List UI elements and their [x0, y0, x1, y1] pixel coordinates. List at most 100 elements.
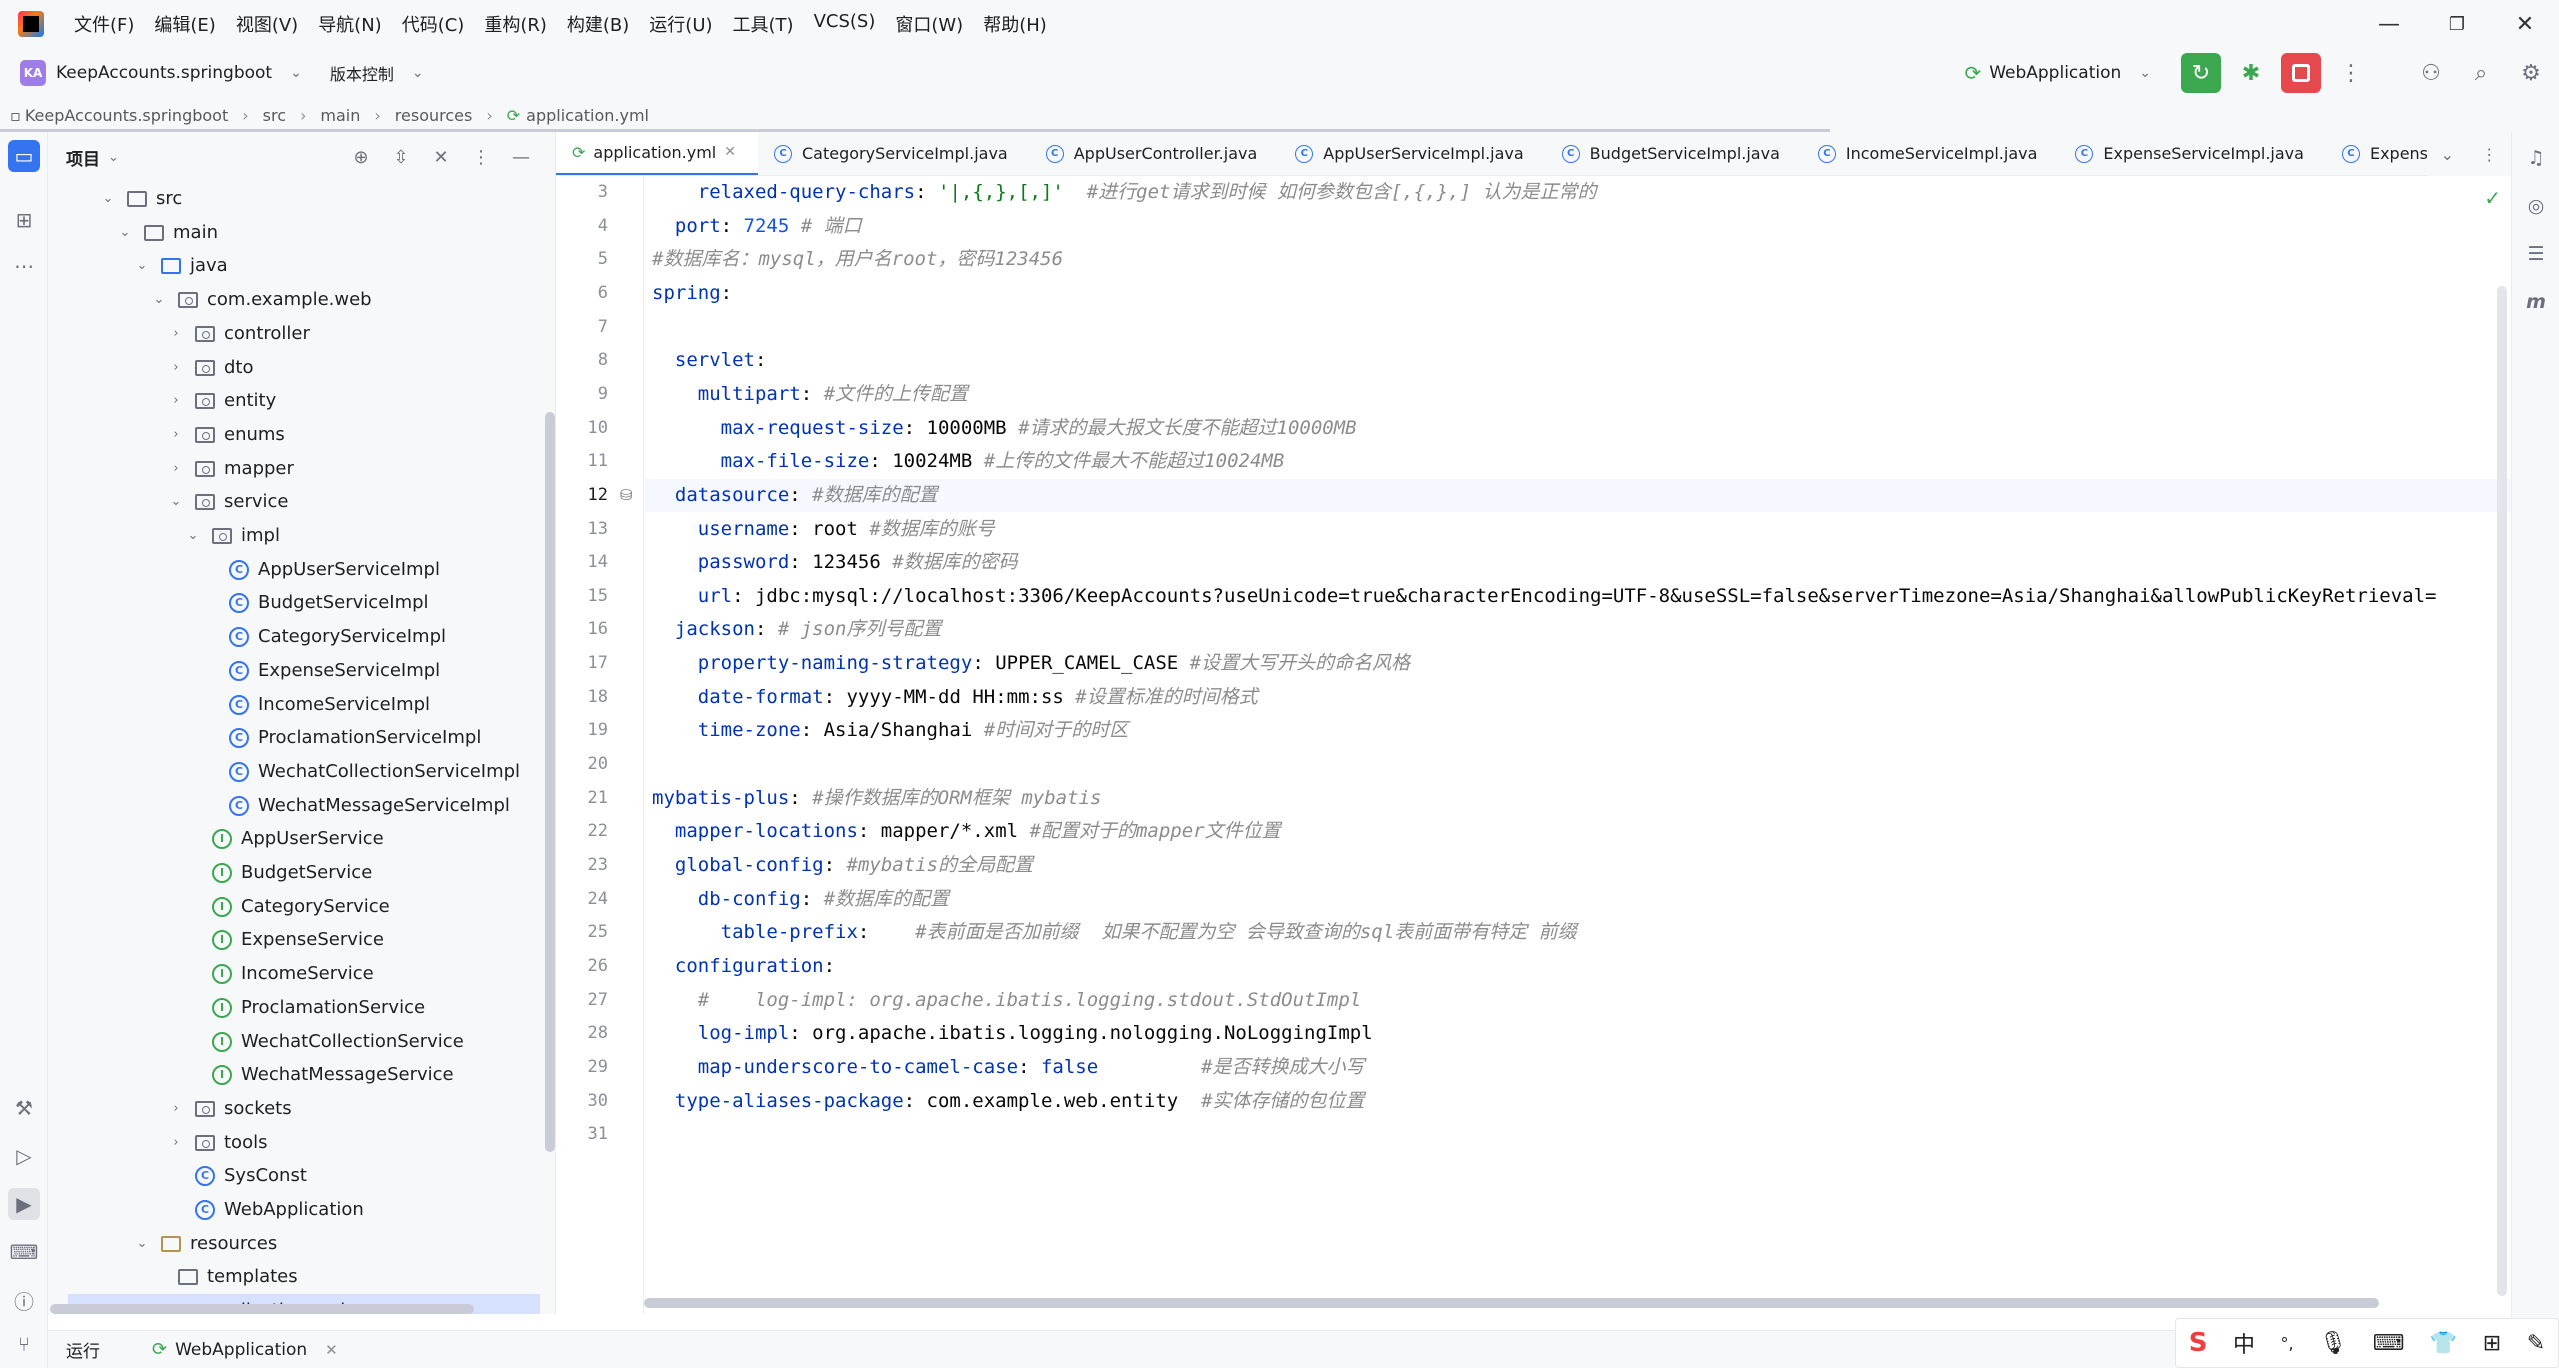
- restore-button[interactable]: ❐: [2423, 0, 2491, 48]
- apps-icon[interactable]: ⊞: [2483, 1331, 2501, 1356]
- chevron-down-icon[interactable]: ⌄: [132, 258, 152, 273]
- code-line[interactable]: db-config: #数据库的配置: [652, 883, 949, 916]
- menu-item[interactable]: 运行(U): [649, 11, 712, 37]
- chevron-down-icon[interactable]: ⌄: [149, 292, 169, 307]
- tree-node[interactable]: › enums: [48, 418, 540, 451]
- tree-node[interactable]: C CategoryServiceImpl: [48, 620, 540, 653]
- chevron-down-icon[interactable]: ⌄: [183, 528, 203, 543]
- minimize-button[interactable]: —: [2355, 0, 2423, 48]
- code-line[interactable]: datasource: #数据库的配置: [652, 479, 938, 512]
- code-line[interactable]: global-config: #mybatis的全局配置: [652, 849, 1033, 882]
- code-line[interactable]: date-format: yyyy-MM-dd HH:mm:ss #设置标准的时…: [652, 681, 1258, 714]
- editor-tab[interactable]: ⟳ application.yml ✕: [556, 132, 758, 175]
- chevron-down-icon[interactable]: ⌄: [108, 150, 119, 165]
- tree-node[interactable]: I BudgetService: [48, 856, 540, 889]
- code-line[interactable]: mybatis-plus: #操作数据库的ORM框架 mybatis: [652, 782, 1101, 815]
- tree-node[interactable]: C WebApplication: [48, 1193, 540, 1226]
- more-tools-icon[interactable]: ⋯: [8, 250, 40, 282]
- tree-node[interactable]: › dto: [48, 351, 540, 384]
- close-tab-icon[interactable]: ✕: [724, 144, 736, 160]
- tree-node[interactable]: ⌄ com.example.web: [48, 283, 540, 316]
- tree-vertical-scrollbar[interactable]: [545, 412, 555, 1152]
- editor-horizontal-scrollbar[interactable]: [644, 1298, 2379, 1308]
- breadcrumb-item[interactable]: application.yml: [526, 106, 649, 125]
- tree-node[interactable]: I WechatCollectionService: [48, 1025, 540, 1058]
- chevron-right-icon[interactable]: ›: [166, 427, 186, 442]
- git-icon[interactable]: ⑂: [8, 1328, 40, 1360]
- tree-node[interactable]: ⌄ impl: [48, 519, 540, 552]
- tree-node[interactable]: ⌄ resources: [48, 1227, 540, 1260]
- chevron-down-icon[interactable]: ⌄: [290, 65, 302, 81]
- tree-node[interactable]: ⌄ src: [48, 182, 540, 215]
- code-line[interactable]: url: jdbc:mysql://localhost:3306/KeepAcc…: [652, 580, 2437, 613]
- sogou-logo-icon[interactable]: S: [2189, 1328, 2208, 1358]
- chevron-right-icon[interactable]: ›: [166, 1135, 186, 1150]
- run-tool-label[interactable]: 运行: [66, 1337, 100, 1362]
- tree-node[interactable]: I CategoryService: [48, 890, 540, 923]
- breadcrumb-item[interactable]: src: [263, 106, 286, 125]
- chevron-down-icon[interactable]: ⌄: [2139, 65, 2151, 81]
- chevron-down-icon[interactable]: ⌄: [2441, 145, 2454, 164]
- hide-panel-icon[interactable]: —: [501, 142, 541, 172]
- tree-node[interactable]: ⌄ main: [48, 216, 540, 249]
- chevron-down-icon[interactable]: ⌄: [115, 225, 135, 240]
- rerun-button[interactable]: ↻: [2181, 53, 2221, 93]
- problems-icon[interactable]: ⓘ: [8, 1284, 40, 1316]
- tree-horizontal-scrollbar[interactable]: [50, 1304, 474, 1314]
- project-switcher[interactable]: KeepAccounts.springboot: [56, 63, 272, 83]
- tree-node[interactable]: C ExpenseServiceImpl: [48, 654, 540, 687]
- ime-language-toggle[interactable]: 中: [2233, 1327, 2255, 1359]
- code-line[interactable]: mapper-locations: mapper/*.xml #配置对于的map…: [652, 815, 1281, 848]
- debug-icon[interactable]: ✱: [2231, 53, 2271, 93]
- code-line[interactable]: # log-impl: org.apache.ibatis.logging.st…: [652, 984, 1361, 1017]
- settings-gear-icon[interactable]: ⚙: [2511, 53, 2551, 93]
- shirt-icon[interactable]: 👕: [2430, 1331, 2457, 1356]
- tree-node[interactable]: C WechatMessageServiceImpl: [48, 789, 540, 822]
- keyboard-icon[interactable]: ⌨: [2373, 1331, 2405, 1356]
- project-view-selector[interactable]: 项目: [66, 145, 100, 170]
- code-line[interactable]: relaxed-query-chars: '|,{,},[,]' #进行get请…: [652, 176, 1597, 209]
- menu-item[interactable]: 导航(N): [318, 11, 382, 37]
- vcs-widget[interactable]: 版本控制: [330, 61, 394, 85]
- breadcrumb-item[interactable]: main: [320, 106, 360, 125]
- notifications-bell-icon[interactable]: ♫: [2520, 142, 2552, 174]
- tree-node[interactable]: C BudgetServiceImpl: [48, 586, 540, 619]
- menu-item[interactable]: 代码(C): [402, 11, 465, 37]
- editor-tab[interactable]: C IncomeServiceImpl.java: [1802, 132, 2060, 175]
- chevron-right-icon[interactable]: ›: [166, 461, 186, 476]
- breadcrumb-item[interactable]: KeepAccounts.springboot: [25, 106, 228, 125]
- mic-icon[interactable]: 🎙: [2319, 1331, 2347, 1356]
- close-icon[interactable]: ✕: [325, 1341, 338, 1359]
- tree-node[interactable]: › sockets: [48, 1092, 540, 1125]
- run-tool-icon[interactable]: ▶: [8, 1188, 40, 1220]
- code-line[interactable]: max-request-size: 10000MB #请求的最大报文长度不能超过…: [652, 412, 1357, 445]
- tree-node[interactable]: I AppUserService: [48, 822, 540, 855]
- tree-node[interactable]: › controller: [48, 317, 540, 350]
- code-line[interactable]: configuration:: [652, 950, 835, 983]
- options-icon[interactable]: ⋮: [461, 142, 501, 172]
- tools-icon[interactable]: ✎: [2527, 1331, 2545, 1356]
- editor-tab[interactable]: C AppUserServiceImpl.java: [1279, 132, 1545, 175]
- more-tabs-icon[interactable]: ⋮: [2481, 145, 2497, 164]
- menu-item[interactable]: VCS(S): [814, 11, 876, 37]
- code-line[interactable]: time-zone: Asia/Shanghai #时间对于的时区: [652, 714, 1128, 747]
- run-tab-webapplication[interactable]: WebApplication: [175, 1340, 307, 1360]
- tree-node[interactable]: I IncomeService: [48, 957, 540, 990]
- chevron-down-icon[interactable]: ⌄: [412, 65, 424, 81]
- code-line[interactable]: max-file-size: 10024MB #上传的文件最大不能超过10024…: [652, 445, 1285, 478]
- no-problems-check-icon[interactable]: ✓: [2484, 186, 2501, 210]
- tree-node[interactable]: I WechatMessageService: [48, 1058, 540, 1091]
- tree-node[interactable]: C IncomeServiceImpl: [48, 688, 540, 721]
- stop-button[interactable]: [2281, 53, 2321, 93]
- chevron-right-icon[interactable]: ›: [166, 360, 186, 375]
- tree-node[interactable]: templates: [48, 1260, 540, 1293]
- tree-node[interactable]: I ExpenseService: [48, 923, 540, 956]
- editor-vertical-scrollbar[interactable]: [2497, 286, 2507, 1296]
- code-line[interactable]: multipart: #文件的上传配置: [652, 378, 968, 411]
- tree-node[interactable]: › tools: [48, 1126, 540, 1159]
- menu-item[interactable]: 重构(R): [484, 11, 547, 37]
- menu-item[interactable]: 编辑(E): [154, 11, 215, 37]
- chevron-down-icon[interactable]: ⌄: [166, 494, 186, 509]
- expand-all-icon[interactable]: ⇳: [381, 142, 421, 172]
- close-window-button[interactable]: ✕: [2491, 0, 2559, 48]
